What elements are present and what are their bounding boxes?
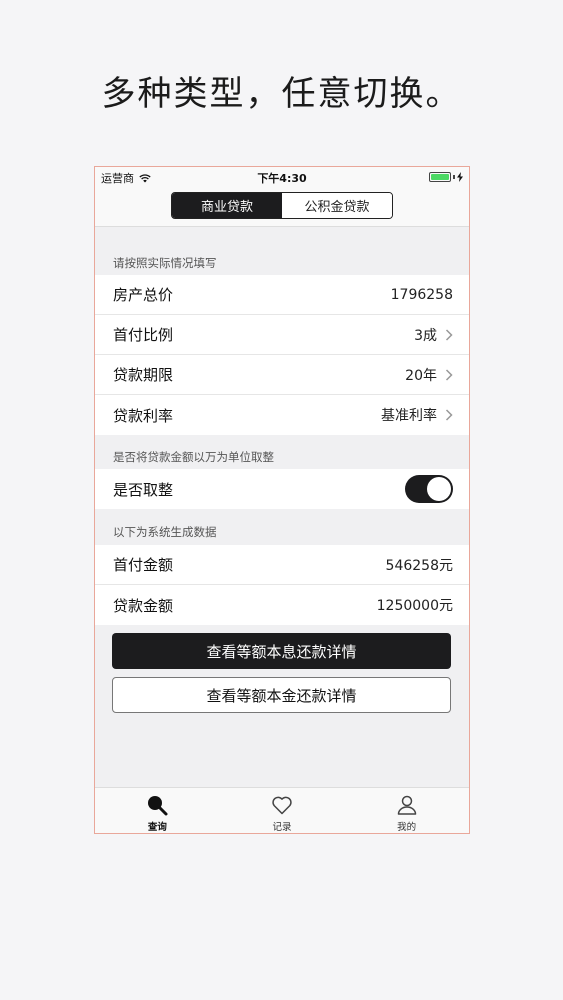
chevron-right-icon: [445, 328, 453, 341]
row-value: 546258元: [385, 557, 453, 574]
loan-type-segmented-control: 商业贷款 公积金贷款: [171, 192, 393, 219]
input-cell-group: 房产总价 1796258 首付比例 3成 贷款期限 20年 贷款利率 基准利率: [95, 275, 469, 435]
row-value: 20年: [405, 367, 437, 384]
row-value: 1250000元: [376, 598, 453, 614]
row-interest-rate[interactable]: 贷款利率 基准利率: [95, 395, 469, 435]
row-label: 房产总价: [113, 286, 174, 304]
battery-icon: [429, 172, 463, 182]
tab-mine[interactable]: 我的: [344, 788, 469, 833]
tab-label: 记录: [272, 822, 292, 833]
rounding-toggle[interactable]: [405, 475, 453, 503]
chevron-right-icon: [445, 409, 453, 421]
row-down-payment-amount: 首付金额 546258元: [95, 545, 469, 585]
toggle-knob: [427, 477, 451, 501]
rounding-cell-group: 是否取整: [95, 469, 469, 509]
person-icon: [397, 795, 416, 815]
section-header-generated: 以下为系统生成数据: [113, 525, 217, 539]
phone-screen: 运营商 下午4:30 商业贷款 公积金贷款 请按照实际情况填写 房产总价 179…: [94, 166, 470, 834]
search-icon: [148, 796, 168, 816]
row-label: 首付比例: [113, 326, 174, 344]
chevron-right-icon: [445, 368, 453, 381]
tab-query[interactable]: 查询: [95, 788, 220, 833]
tab-bar: 查询 记录 我的: [95, 787, 469, 833]
segment-commercial-loan[interactable]: 商业贷款: [172, 193, 282, 218]
status-time: 下午4:30: [257, 172, 307, 185]
row-label: 贷款利率: [113, 406, 174, 425]
row-value: 3成: [414, 327, 437, 344]
nav-bar: 商业贷款 公积金贷款: [95, 187, 469, 227]
generated-cell-group: 首付金额 546258元 贷款金额 1250000元: [95, 545, 469, 625]
equal-principal-details-button[interactable]: 查看等额本金还款详情: [112, 677, 451, 713]
row-loan-amount: 贷款金额 1250000元: [95, 585, 469, 625]
charging-icon: [457, 172, 463, 182]
row-label: 首付金额: [113, 556, 174, 574]
row-rounding: 是否取整: [95, 469, 469, 509]
row-total-price[interactable]: 房产总价 1796258: [95, 275, 469, 315]
row-value: 基准利率: [381, 408, 437, 424]
row-down-payment-ratio[interactable]: 首付比例 3成: [95, 315, 469, 355]
headline: 多种类型，任意切换。: [101, 74, 462, 114]
tab-label: 查询: [147, 822, 167, 833]
segment-provident-fund-loan[interactable]: 公积金贷款: [282, 193, 392, 218]
section-header-input: 请按照实际情况填写: [113, 256, 217, 270]
row-loan-term[interactable]: 贷款期限 20年: [95, 355, 469, 395]
tab-records[interactable]: 记录: [220, 788, 345, 833]
section-header-rounding: 是否将贷款金额以万为单位取整: [113, 450, 274, 464]
row-label: 贷款期限: [113, 366, 174, 384]
status-bar: 运营商 下午4:30: [95, 167, 469, 187]
row-label: 是否取整: [113, 480, 174, 499]
heart-icon: [272, 796, 292, 815]
equal-interest-details-button[interactable]: 查看等额本息还款详情: [112, 633, 451, 669]
total-price-input[interactable]: 1796258: [391, 287, 453, 303]
tab-label: 我的: [397, 822, 417, 833]
row-label: 贷款金额: [113, 596, 174, 615]
